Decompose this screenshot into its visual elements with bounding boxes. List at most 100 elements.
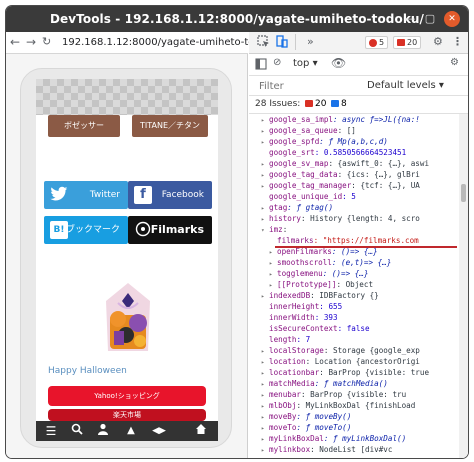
warning-count: 20 [407,38,418,47]
property-value: : [282,225,288,234]
console-row[interactable]: ▸ togglemenu: ()=> {…} [249,268,459,279]
filmarks-logo-icon [134,221,152,239]
filmarks-button[interactable]: Filmarks [128,216,212,244]
console-row[interactable]: ▾ imz: [249,224,459,235]
console-row[interactable]: isSecureContext: false [249,323,459,334]
console-row[interactable]: ▸ moveBy: ƒ moveBy() [249,411,459,422]
forward-arrow-icon[interactable]: → [26,35,36,49]
property-key: menubar [269,390,302,399]
facebook-button[interactable]: f Facebook [128,181,212,209]
console-row[interactable]: ▸ localStorage: Storage {google_exp [249,345,459,356]
console-row[interactable]: innerHeight: 655 [249,301,459,312]
console-row[interactable]: ▸ menubar: BarProp {visible: tru [249,389,459,400]
console-row[interactable]: ▸ location: Location {ancestorOrigi [249,356,459,367]
property-key: google_spfd [269,137,320,146]
console-row[interactable]: filmarks: "https://filmarks.com [249,235,459,246]
property-value: : 0.5850566664523451 [314,148,407,157]
category-button-1[interactable]: ボゼッサー [48,115,120,137]
property-value: : {tcf: {…}, UA [351,181,420,190]
property-key: smoothscroll [277,258,332,267]
console-row[interactable]: google_unique_id: 5 [249,191,459,202]
eye-icon[interactable]: 👁 [331,56,346,70]
device-toolbar-icon[interactable] [275,35,288,51]
console-row[interactable]: ▸ google_spfd: ƒ Mp(a,b,c,d) [249,136,459,147]
issues-bar: 28 Issues: 20 8 [249,96,468,114]
back-arrow-icon[interactable]: ← [10,35,20,49]
console-row[interactable]: ▸ smoothscroll: (e,t)=> {…} [249,257,459,268]
console-row[interactable]: ▸ gtag: ƒ gtag() [249,202,459,213]
yahoo-shopping-button[interactable]: Yahoo!ショッピング [48,386,206,406]
property-value: : MyLinkBoxDal {finishLoad [296,401,416,410]
sidebar-toggle-icon[interactable] [255,58,267,73]
hatena-bookmark-button[interactable]: B! ブックマーク [44,216,128,244]
property-value: : BarProp {visible: tru [301,390,407,399]
inspect-element-icon[interactable] [257,35,270,51]
console-row[interactable]: length: 7 [249,334,459,345]
collapsed-arrow-icon[interactable]: ▸ [261,445,269,456]
console-toolbar: ⊘ top ▾ 👁 ⚙ [249,54,468,76]
issues-error-badge[interactable]: 20 [305,99,326,109]
console-scrollbar[interactable] [459,114,468,458]
menu-icon[interactable]: ☰ [38,421,64,441]
property-value: : 655 [319,302,343,311]
warning-count-badge[interactable]: 20 [393,36,422,49]
error-count-badge[interactable]: 5 [365,36,389,49]
rakuten-button[interactable]: 楽天市場 [48,409,206,421]
more-tabs-button[interactable]: » [307,35,314,48]
property-key: localStorage [269,346,324,355]
console-row[interactable]: ▸ locationbar: BarProp {visible: true [249,367,459,378]
settings-gear-icon[interactable]: ⚙ [433,35,443,48]
console-row[interactable]: ▸ moveTo: ƒ moveTo() [249,422,459,433]
console-settings-icon[interactable]: ⚙ [450,57,459,68]
maximize-icon[interactable]: ▢ [422,11,438,27]
property-value: : Location {ancestorOrigi [305,357,420,366]
console-row[interactable]: ▸ matchMedia: ƒ matchMedia() [249,378,459,389]
console-row[interactable]: ▸ mylinkbox: NodeList [div#vc [249,444,459,455]
console-row[interactable]: ▸ google_tag_data: {ics: {…}, glBri [249,169,459,180]
home-icon[interactable] [188,421,214,441]
context-select[interactable]: top ▾ [293,58,318,69]
issues-info-badge[interactable]: 8 [331,99,347,109]
more-options-icon[interactable]: ⋮ [452,35,463,48]
log-levels-select[interactable]: Default levels ▾ [367,80,444,91]
minimize-icon[interactable]: — [402,11,418,27]
search-icon[interactable] [64,421,90,441]
console-row[interactable]: innerWidth: 393 [249,312,459,323]
scroll-top-icon[interactable]: ▲ [118,421,144,441]
bookmark-label: ブックマーク [65,225,120,235]
property-value: : ƒ moveBy() [296,412,352,421]
console-row[interactable]: google_srt: 0.5850566664523451 [249,147,459,158]
devtools-panel: » 5 20 ⚙ ⋮ ⊘ top ▾ 👁 ⚙ Default levels ▾ … [249,32,468,458]
scrollbar-thumb[interactable] [461,184,466,202]
user-icon[interactable] [90,421,116,441]
property-key: mlbObj [269,401,297,410]
console-row[interactable]: ▸ mlbObj: MyLinkBoxDal {finishLoad [249,400,459,411]
console-row[interactable]: ▸ myLinkBoxDal: ƒ myLinkBoxDal() [249,433,459,444]
console-row[interactable]: ▸ google_sa_queue: [] [249,125,459,136]
close-icon[interactable]: ✕ [444,11,460,27]
twitter-button[interactable]: Twitter [44,181,128,209]
property-key: google_tag_manager [269,181,352,190]
property-key: google_srt [269,148,315,157]
property-value: : [] [337,126,356,135]
filter-input[interactable] [259,79,349,93]
console-row[interactable]: ▸ google_sa_impl: async ƒ=>JL({na:! [249,114,459,125]
property-key: google_sv_map [269,159,329,168]
property-value: : Object [336,280,374,289]
reload-icon[interactable]: ↻ [42,35,51,48]
property-key: matchMedia [269,379,315,388]
clear-console-icon[interactable]: ⊘ [273,57,281,68]
prev-next-icon[interactable]: ◀▶ [146,421,172,441]
issues-label[interactable]: 28 Issues: [255,99,300,109]
console-row[interactable]: ▸ indexedDB: IDBFactory {} [249,290,459,301]
context-value: top [293,58,310,69]
property-value: : 5 [342,192,356,201]
property-value: : BarProp {visible: true [319,368,430,377]
console-row[interactable]: ▸ [[Prototype]]: Object [249,279,459,290]
category-button-2[interactable]: TITANE／チタン [132,115,208,137]
property-value: : ƒ matchMedia() [314,379,388,388]
console-row[interactable]: ▸ history: History {length: 4, scro [249,213,459,224]
property-value: : false [337,324,370,333]
console-row[interactable]: ▸ google_tag_manager: {tcf: {…}, UA [249,180,459,191]
console-row[interactable]: ▸ google_sv_map: {aswift_0: {…}, aswi [249,158,459,169]
